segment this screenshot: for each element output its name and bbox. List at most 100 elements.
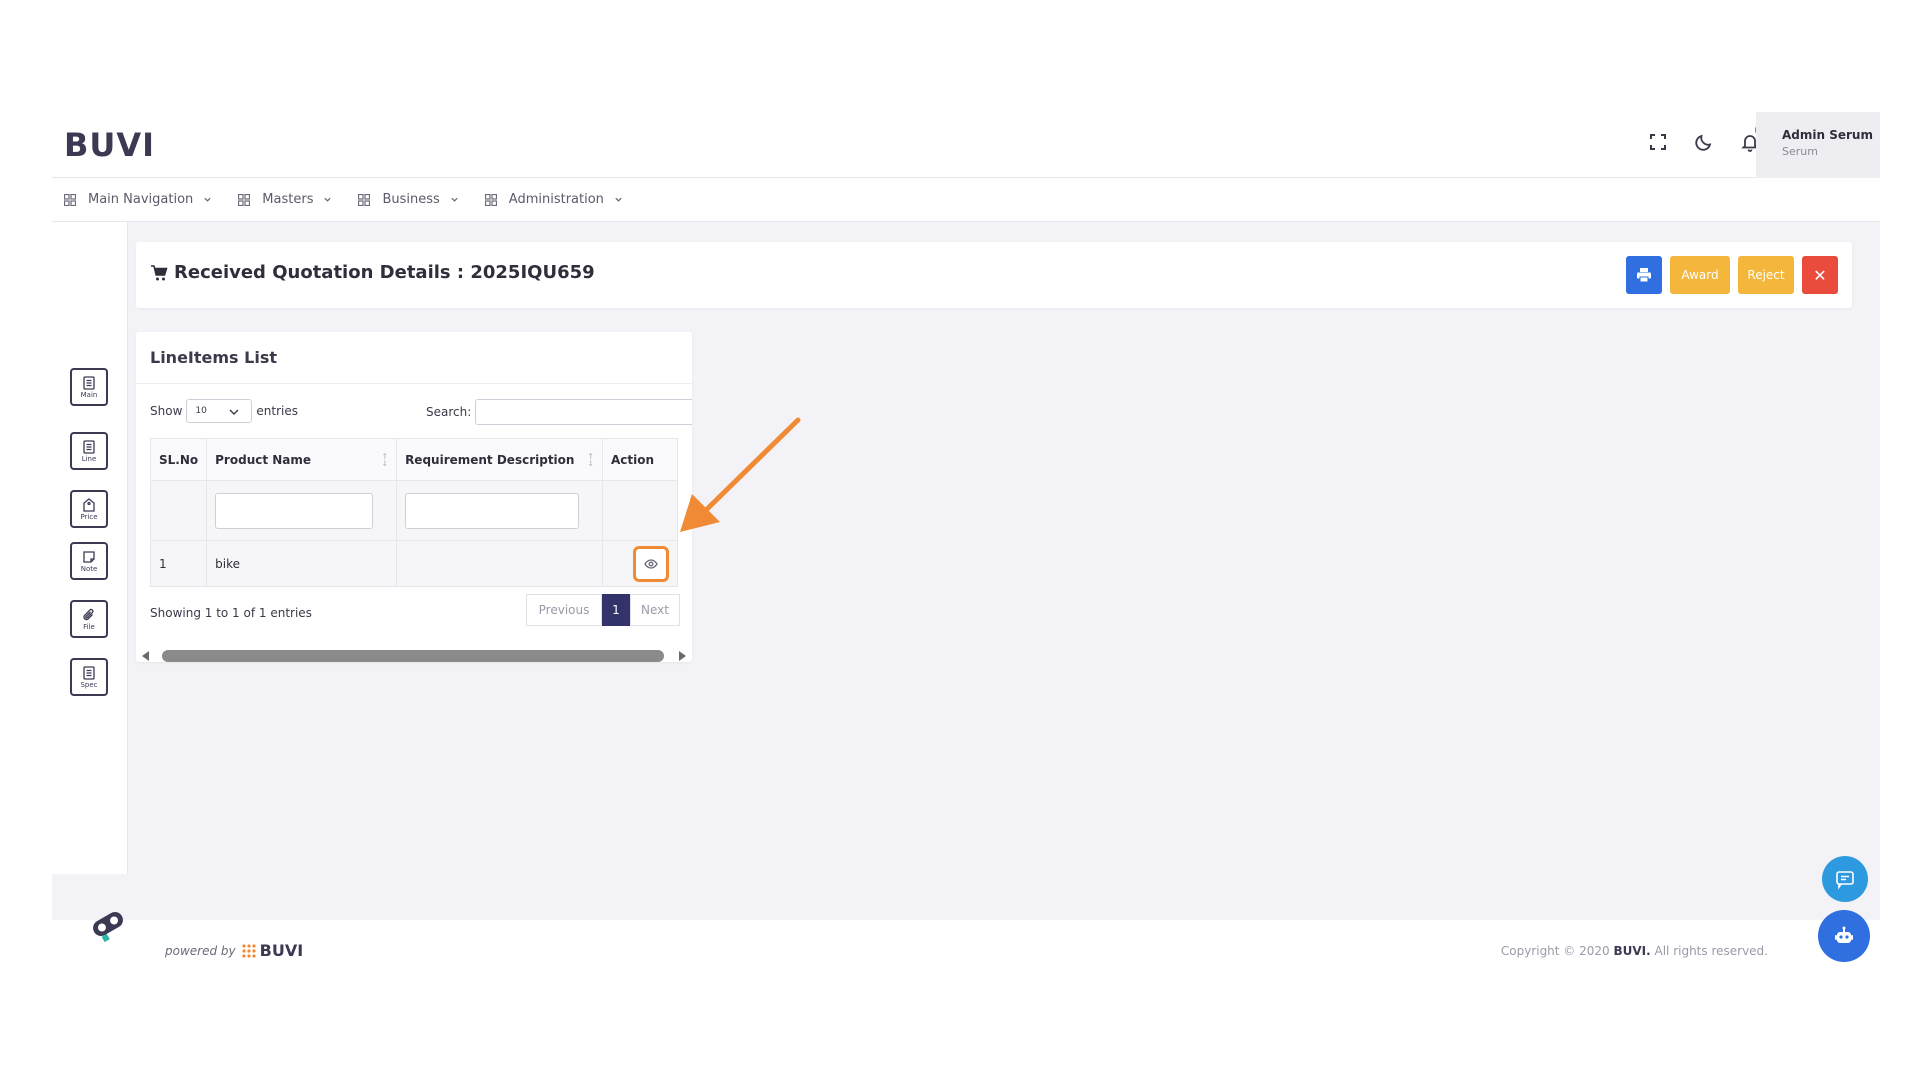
chatbot-button[interactable] — [1818, 910, 1870, 962]
product-name-filter-input[interactable] — [215, 492, 374, 529]
brand-dots-icon — [242, 943, 256, 958]
user-profile-menu[interactable]: Admin Serum Serum — [1756, 112, 1880, 178]
scroll-left-arrow[interactable] — [142, 651, 149, 661]
quotation-header-card: Received Quotation Details : 2025IQU659 … — [136, 242, 1852, 308]
filter-cell — [206, 480, 398, 541]
sidebar-item-price[interactable]: Price — [70, 490, 108, 528]
page-length-select[interactable]: 10 — [186, 399, 253, 423]
footer-brand[interactable]: BUVI — [242, 941, 304, 960]
cell-sl-no: 1 — [149, 540, 208, 587]
search-input[interactable] — [475, 399, 692, 425]
footer-brand-text: BUVI — [259, 941, 304, 960]
nav-business[interactable]: Business — [358, 192, 458, 207]
grid-icon — [484, 193, 497, 206]
pagination-next-button[interactable]: Next — [630, 594, 680, 626]
app-shell: BUVI 4 Admin Serum Serum Main Navigation — [52, 112, 1880, 982]
sidebar-item-spec[interactable]: Spec — [70, 658, 108, 696]
cell-product-name: bike — [206, 540, 398, 587]
pagination-page-button[interactable]: 1 — [602, 594, 630, 626]
column-header-requirement-description[interactable]: Requirement Description ↑ ↓ — [396, 438, 603, 481]
sidebar-item-line[interactable]: Line — [70, 432, 108, 470]
column-header-action: Action — [602, 438, 678, 481]
quotation-actions: Award Reject ✕ — [1626, 256, 1838, 294]
nav-administration[interactable]: Administration — [484, 192, 623, 207]
paperclip-icon — [83, 608, 94, 620]
chevron-down-icon — [324, 197, 332, 202]
nav-label: Masters — [262, 192, 314, 207]
page-title: Received Quotation Details : 2025IQU659 — [150, 262, 595, 283]
sidebar-item-label: Price — [80, 512, 98, 521]
sidebar-item-label: File — [83, 622, 95, 631]
award-button[interactable]: Award — [1670, 256, 1730, 294]
chevron-down-icon — [229, 409, 239, 415]
view-lineitem-button[interactable] — [633, 545, 669, 582]
scroll-right-arrow[interactable] — [679, 651, 686, 661]
sort-icon: ↑ ↓ — [381, 452, 389, 468]
copyright-brand[interactable]: BUVI. — [1613, 944, 1650, 958]
reject-button[interactable]: Reject — [1738, 256, 1794, 294]
filter-cell-empty — [149, 480, 208, 541]
document-icon — [83, 665, 95, 680]
pagination: Previous 1 Next — [526, 594, 680, 626]
grid-icon — [358, 193, 371, 206]
show-label: Show — [150, 404, 183, 418]
sidebar-item-label: Spec — [80, 680, 98, 689]
column-label: Requirement Description — [405, 452, 575, 467]
cart-icon — [151, 264, 168, 280]
column-label: SL.No — [159, 452, 199, 467]
lineitems-card: LineItems List Show 10 entries Search: S… — [136, 332, 692, 662]
user-name: Admin Serum — [1782, 128, 1873, 142]
chevron-down-icon — [451, 197, 458, 202]
brand-logo[interactable]: BUVI — [64, 126, 155, 164]
nav-masters[interactable]: Masters — [238, 192, 332, 207]
nav-label: Administration — [508, 192, 604, 207]
sidebar-item-note[interactable]: Note — [70, 542, 108, 580]
sidebar-item-main[interactable]: Main — [70, 368, 108, 406]
sidebar-item-label: Note — [80, 564, 98, 573]
header-actions: 4 — [1648, 123, 1769, 152]
scrollbar-thumb[interactable] — [162, 650, 664, 662]
top-header: BUVI 4 Admin Serum Serum — [52, 112, 1880, 178]
column-label: Product Name — [215, 452, 312, 467]
dark-mode-moon-icon[interactable] — [1694, 132, 1714, 152]
fullscreen-icon[interactable] — [1648, 132, 1668, 152]
cell-requirement-description — [396, 540, 603, 587]
table-search: Search: — [426, 399, 692, 425]
horizontal-scrollbar[interactable] — [142, 649, 686, 662]
nav-main-navigation[interactable]: Main Navigation — [64, 192, 212, 207]
lineitems-table: SL.No Product Name ↑ ↓ Requirement Descrip… — [149, 438, 678, 587]
grid-icon — [238, 193, 251, 206]
tag-icon — [83, 497, 95, 512]
grid-icon — [64, 193, 76, 206]
copyright-suffix: All rights reserved. — [1650, 944, 1769, 958]
page-length-value: 10 — [195, 406, 207, 416]
print-button[interactable] — [1626, 256, 1662, 294]
page-title-text: Received Quotation Details : 2025IQU659 — [174, 262, 595, 283]
chevron-down-icon — [615, 197, 622, 202]
copyright-prefix: Copyright © 2020 — [1500, 944, 1614, 958]
requirement-description-filter-input[interactable] — [405, 492, 580, 529]
column-filter-row — [149, 480, 678, 541]
sidebar-item-file[interactable]: File — [70, 600, 108, 638]
column-header-sl-no[interactable]: SL.No — [149, 438, 208, 481]
sort-icon: ↑ ↓ — [587, 452, 594, 468]
table-info: Showing 1 to 1 of 1 entries — [150, 606, 312, 620]
search-label: Search: — [426, 405, 472, 419]
nav-label: Main Navigation — [88, 192, 194, 207]
close-button[interactable]: ✕ — [1802, 256, 1838, 294]
chevron-down-icon — [204, 197, 211, 202]
pagination-previous-button[interactable]: Previous — [526, 594, 602, 626]
eye-icon — [644, 558, 658, 569]
lineitems-title: LineItems List — [136, 332, 692, 384]
filter-cell-empty — [602, 480, 678, 541]
powered-by-label: powered by — [165, 943, 236, 958]
robot-icon — [1835, 926, 1853, 943]
chat-button[interactable] — [1822, 856, 1868, 902]
entries-label: entries — [256, 404, 298, 418]
column-header-product-name[interactable]: Product Name ↑ ↓ — [206, 438, 398, 481]
chat-icon — [1836, 871, 1854, 890]
note-icon — [83, 550, 95, 563]
sidebar-item-label: Line — [81, 454, 97, 463]
printer-icon — [1637, 268, 1651, 283]
page-footer: powered by BUVI Copyright © 2020 BUVI. A… — [52, 912, 1880, 982]
